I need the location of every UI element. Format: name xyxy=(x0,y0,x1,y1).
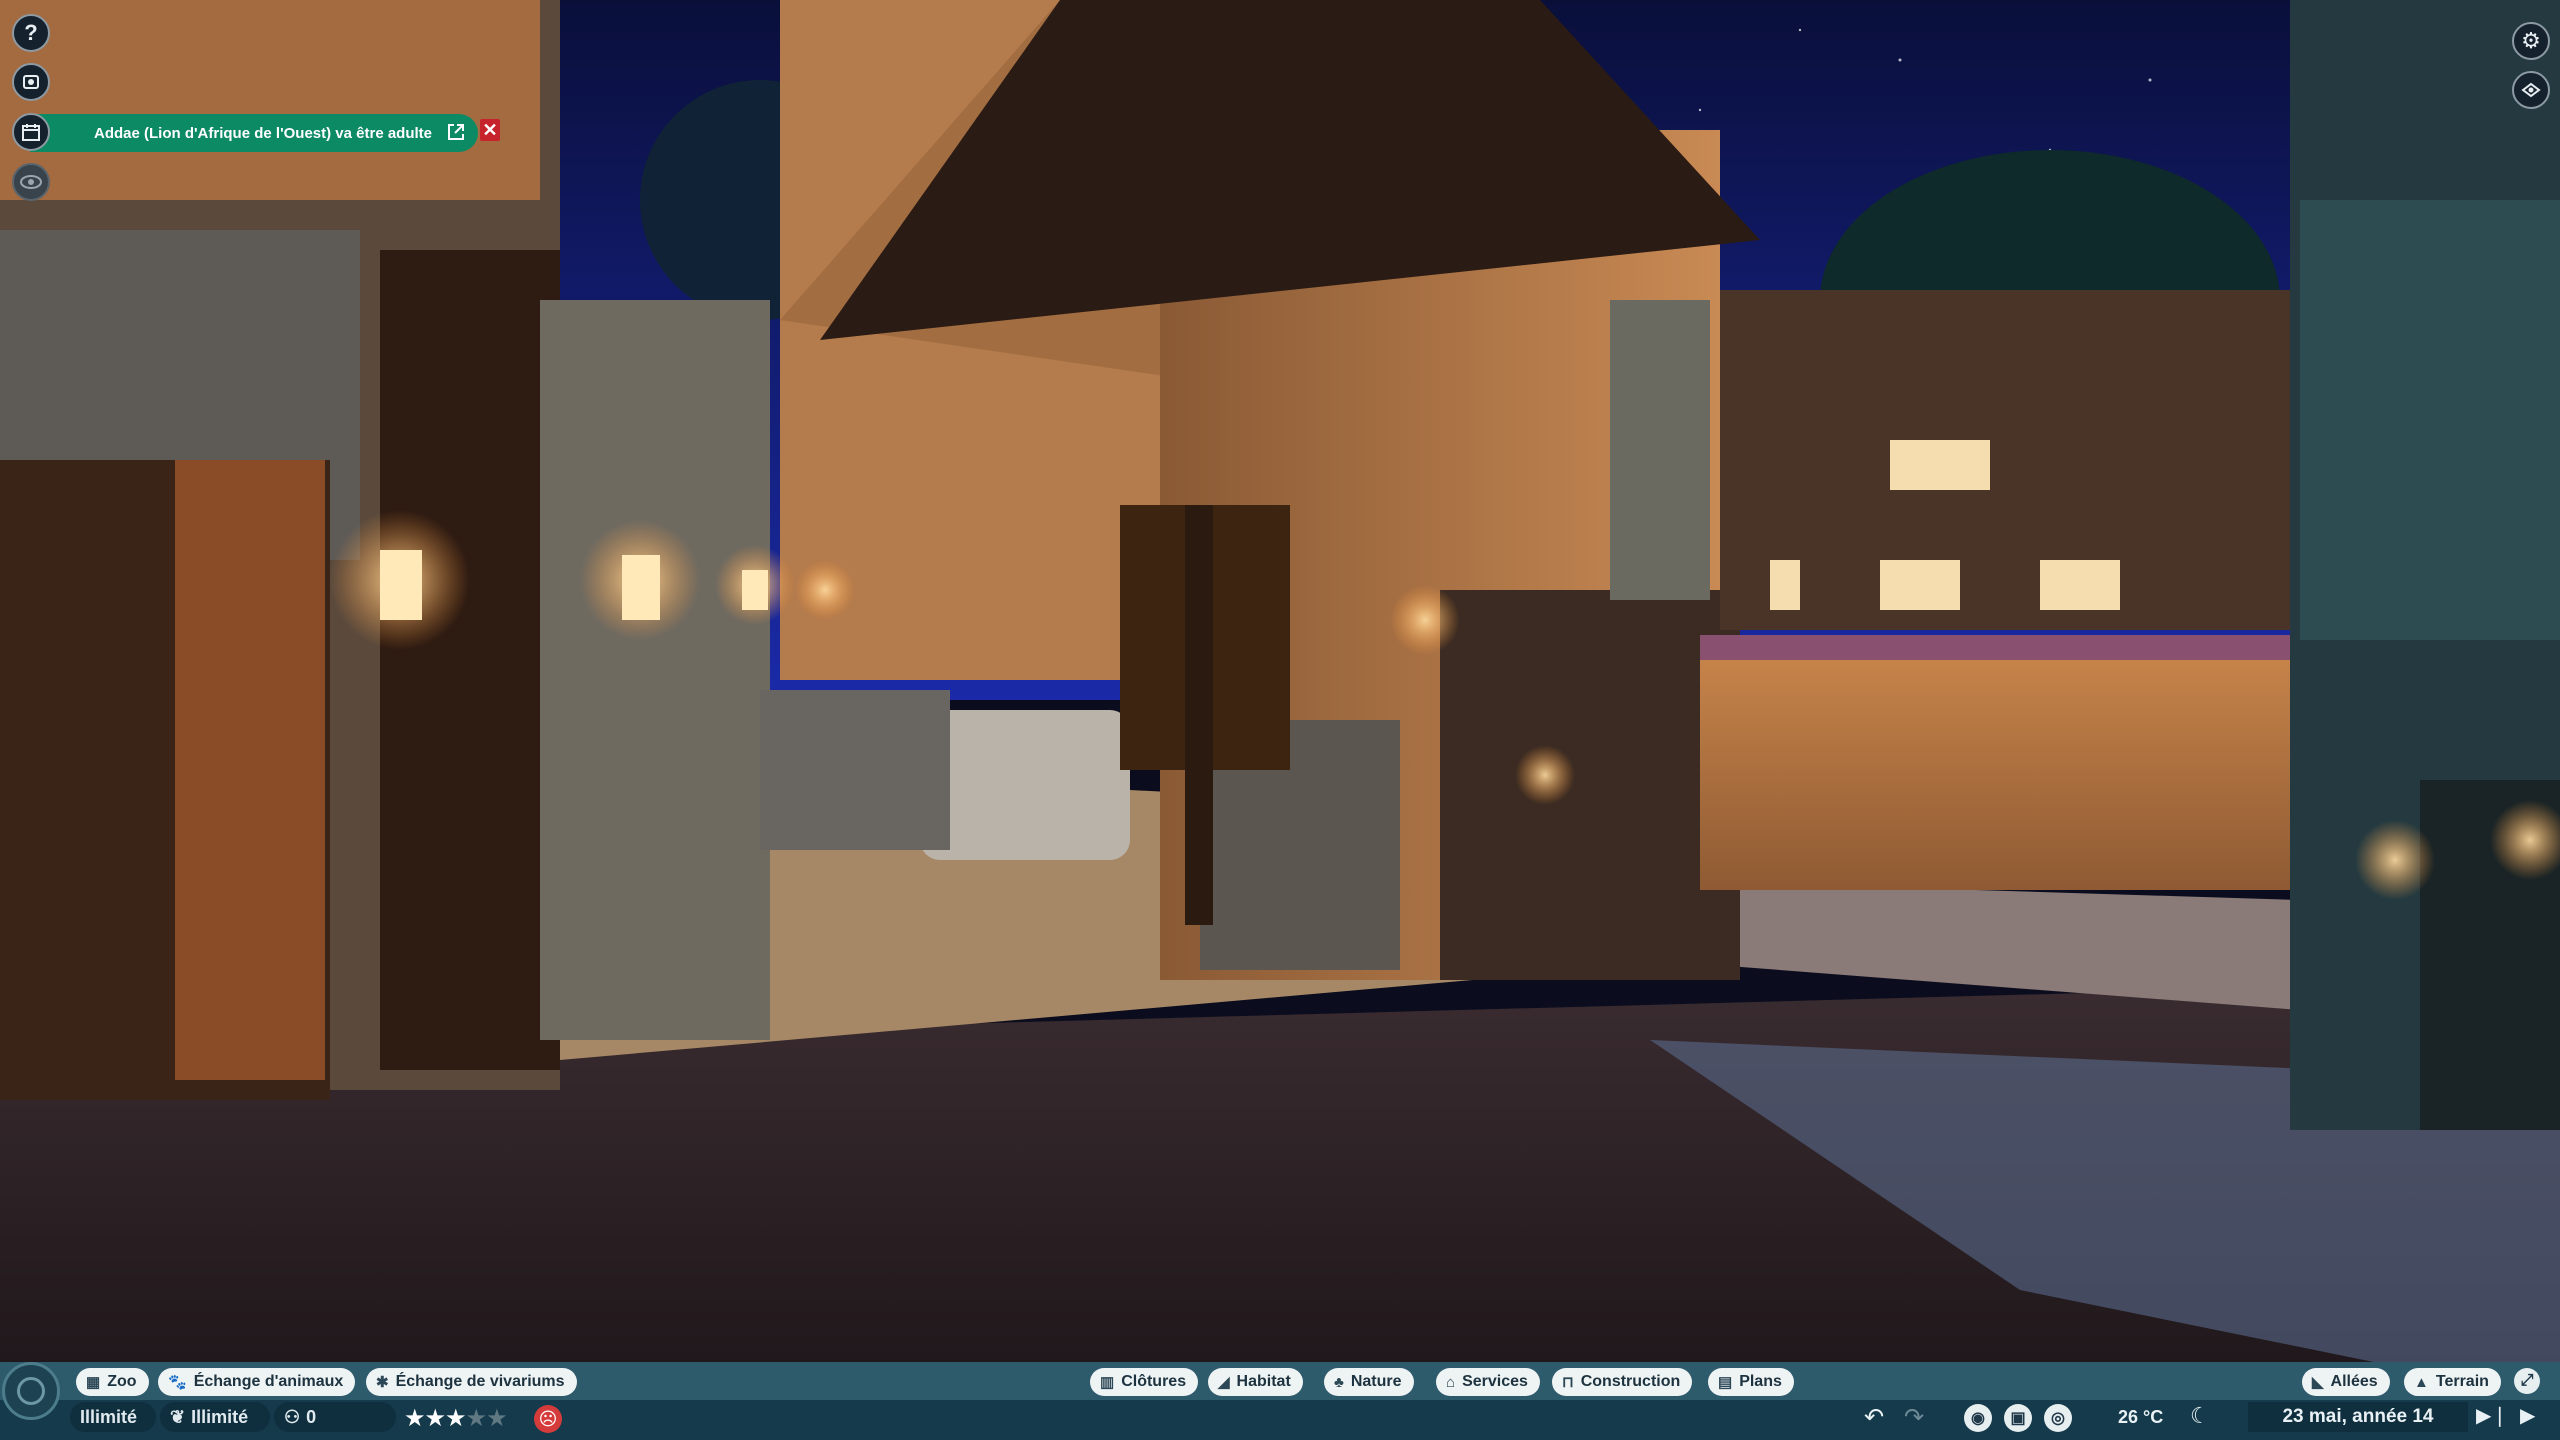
habitat-button[interactable]: ◢ Habitat xyxy=(1208,1368,1303,1396)
rating-star-empty-icon: ★ xyxy=(486,1405,507,1432)
redo-icon[interactable]: ↷ xyxy=(1904,1403,1924,1432)
calendar-button[interactable] xyxy=(12,113,50,151)
terrain-button[interactable]: ▲ Terrain xyxy=(2404,1368,2501,1396)
view-toggle-button[interactable] xyxy=(12,163,50,201)
camera-view-icon xyxy=(2521,82,2541,98)
construction-label: Construction xyxy=(1580,1373,1681,1390)
medieval-street-scene xyxy=(0,0,2560,1440)
services-button[interactable]: ⌂ Services xyxy=(1436,1368,1540,1396)
game-viewport[interactable] xyxy=(0,0,2560,1440)
habitat-icon: ◢ xyxy=(1218,1374,1230,1391)
construction-icon: ⊓ xyxy=(1562,1374,1574,1391)
paw-icon: 🐾 xyxy=(168,1374,187,1391)
camera-icon[interactable]: ▣ xyxy=(2004,1404,2032,1432)
calendar-icon xyxy=(22,124,40,141)
open-external-icon[interactable] xyxy=(446,122,466,142)
moon-icon: ☾ xyxy=(2190,1403,2210,1428)
heatmap-icon[interactable]: ◉ xyxy=(1964,1404,1992,1432)
notification-banner[interactable]: Addae (Lion d'Afrique de l'Ouest) va êtr… xyxy=(30,114,478,152)
play-icon[interactable]: ▶ xyxy=(2520,1403,2535,1428)
close-notification-button[interactable]: ✕ xyxy=(480,119,500,141)
temperature: 26 °C xyxy=(2118,1407,2164,1427)
shop-icon: ⌂ xyxy=(1446,1373,1456,1391)
tree-icon: ♣ xyxy=(1334,1373,1344,1391)
paths-label: Allées xyxy=(2330,1373,2378,1390)
paths-button[interactable]: ◣ Allées xyxy=(2302,1368,2390,1396)
main-menu-icon xyxy=(17,1377,45,1405)
guests-display[interactable]: ⚇ 0 xyxy=(274,1402,396,1432)
help-button[interactable]: ? xyxy=(12,14,50,52)
habitat-label: Habitat xyxy=(1236,1373,1291,1390)
unhappy-face-icon[interactable]: ☹ xyxy=(534,1405,562,1433)
services-label: Services xyxy=(1462,1373,1528,1390)
path-icon: ◣ xyxy=(2312,1374,2324,1391)
zoo-rating[interactable]: ★★★★★ xyxy=(404,1404,508,1433)
camera-view-button[interactable] xyxy=(2512,71,2550,109)
zoo-overview-icon xyxy=(23,75,39,89)
view-icon xyxy=(20,175,42,189)
game-date: 23 mai, année 14 xyxy=(2248,1402,2468,1432)
rating-star-icon: ★ xyxy=(445,1405,466,1432)
nature-label: Nature xyxy=(1350,1373,1402,1390)
notification-text: Addae (Lion d'Afrique de l'Ouest) va êtr… xyxy=(94,124,433,142)
expand-toolbar-button[interactable]: ⤢ xyxy=(2514,1368,2540,1394)
plans-label: Plans xyxy=(1739,1373,1782,1390)
settings-icon: ⚙ xyxy=(2521,28,2541,53)
globe-icon[interactable]: ◎ xyxy=(2044,1404,2072,1432)
close-icon: ✕ xyxy=(482,119,498,140)
money-value: Illimité xyxy=(80,1406,138,1427)
main-menu-button[interactable] xyxy=(2,1362,60,1420)
leaf-icon: ❦ xyxy=(170,1406,186,1427)
fence-icon: ▥ xyxy=(1100,1374,1115,1391)
zoo-button[interactable]: ▦ Zoo xyxy=(76,1368,149,1396)
vivarium-trade-label: Échange de vivariums xyxy=(395,1373,565,1390)
fences-button[interactable]: ▥ Clôtures xyxy=(1090,1368,1199,1396)
zoo-overview-button[interactable] xyxy=(12,63,50,101)
nature-button[interactable]: ♣ Nature xyxy=(1324,1368,1414,1396)
zoo-icon: ▦ xyxy=(86,1374,101,1391)
animal-trade-label: Échange d'animaux xyxy=(193,1373,344,1390)
vivarium-trade-button[interactable]: ✱ Échange de vivariums xyxy=(366,1368,577,1396)
bug-icon: ✱ xyxy=(376,1374,389,1391)
fences-label: Clôtures xyxy=(1121,1373,1187,1390)
settings-button[interactable]: ⚙ xyxy=(2512,22,2550,60)
research-value: Illimité xyxy=(191,1406,249,1427)
rating-star-empty-icon: ★ xyxy=(465,1405,487,1432)
plans-button[interactable]: ▤ Plans xyxy=(1708,1368,1794,1396)
rating-star-icon: ★ xyxy=(404,1405,425,1432)
money-display[interactable]: Illimité xyxy=(70,1402,156,1432)
terrain-label: Terrain xyxy=(2435,1373,2489,1390)
blueprint-icon: ▤ xyxy=(1718,1374,1733,1391)
guests-icon: ⚇ xyxy=(284,1406,301,1427)
zoo-label: Zoo xyxy=(107,1373,137,1390)
help-icon: ? xyxy=(24,20,38,45)
rating-star-icon: ★ xyxy=(424,1405,446,1432)
construction-button[interactable]: ⊓ Construction xyxy=(1552,1368,1693,1396)
research-display[interactable]: ❦ Illimité xyxy=(160,1402,270,1432)
guests-value: 0 xyxy=(306,1406,317,1427)
play-speed-icon[interactable]: ▶❘ xyxy=(2476,1403,2508,1428)
undo-icon[interactable]: ↶ xyxy=(1864,1403,1884,1432)
expand-icon: ⤢ xyxy=(2520,1372,2534,1389)
animal-trade-button[interactable]: 🐾 Échange d'animaux xyxy=(158,1368,356,1396)
terrain-icon: ▲ xyxy=(2414,1373,2429,1391)
date-text: 23 mai, année 14 xyxy=(2282,1406,2434,1427)
